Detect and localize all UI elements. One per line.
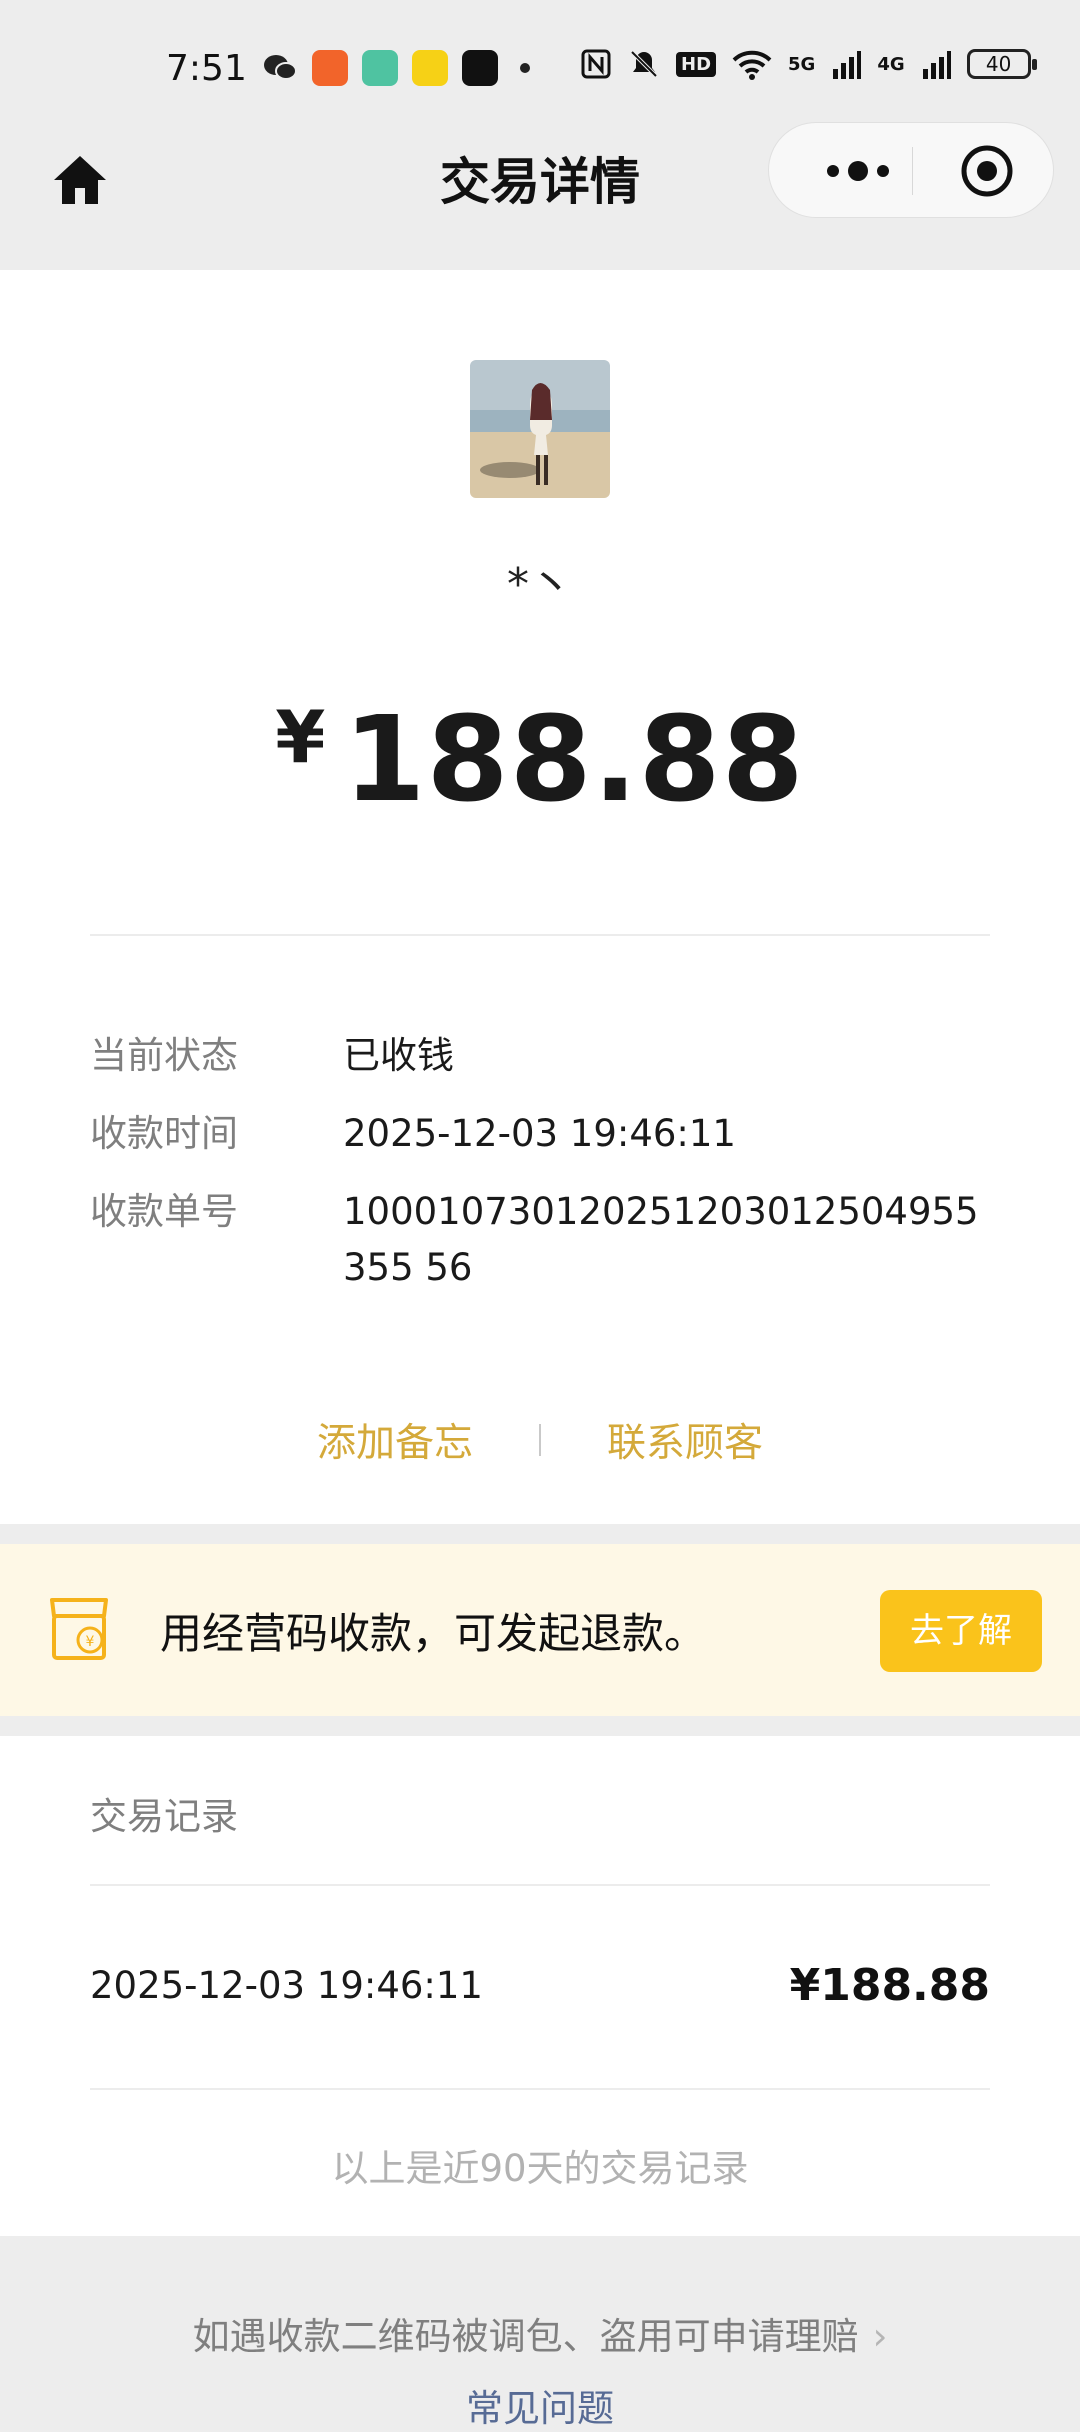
divider	[90, 2088, 990, 2090]
action-links: 添加备忘 联系顾客	[0, 1412, 1080, 1468]
system-icons: HD 5G 4G 40	[580, 48, 1037, 80]
claim-link[interactable]: 如遇收款二维码被调包、盗用可申请理赔 ›	[0, 2306, 1080, 2360]
status-time: 7:51	[166, 48, 247, 89]
learn-more-button[interactable]: 去了解	[880, 1590, 1042, 1672]
mini-program-capsule	[768, 122, 1054, 218]
faq-link[interactable]: 常见问题	[0, 2378, 1080, 2432]
amount: ¥188.88	[0, 690, 1080, 828]
order-number: 100010730120251203012504955355 56	[343, 1190, 979, 1289]
status-bar: 7:51 HD 5G 4G 40	[0, 0, 1080, 140]
transaction-records: 交易记录 2025-12-03 19:46:11 ¥188.88 以上是近90天…	[0, 1736, 1080, 2236]
tiktok-icon	[462, 50, 498, 86]
capsule-divider	[912, 147, 913, 195]
dot-icon	[520, 63, 530, 73]
mute-icon	[630, 50, 658, 78]
signal-bars-icon	[922, 51, 951, 79]
notification-icons	[262, 50, 530, 86]
video-app-icon	[362, 50, 398, 86]
currency-symbol: ¥	[275, 695, 326, 779]
close-mini-program-icon[interactable]	[959, 143, 1015, 199]
detail-label: 当前状态	[90, 1034, 238, 1077]
signal-5g-icon: 5G	[788, 53, 816, 75]
detail-row-time: 收款时间 2025-12-03 19:46:11	[90, 1106, 990, 1162]
promo-banner: ¥ 用经营码收款，可发起退款。 去了解	[0, 1544, 1080, 1716]
add-note-link[interactable]: 添加备忘	[317, 1412, 473, 1468]
transaction-card: *丶 ¥188.88 当前状态 已收钱 收款时间 2025-12-03 19:4…	[0, 270, 1080, 1524]
record-time: 2025-12-03 19:46:11	[90, 1964, 483, 2007]
battery-icon: 40	[966, 49, 1037, 79]
promo-text: 用经营码收款，可发起退款。	[160, 1609, 707, 1658]
signal-4g-icon: 4G	[877, 53, 905, 75]
signal-bars-icon	[833, 51, 862, 79]
records-title: 交易记录	[90, 1795, 238, 1838]
detail-row-status: 当前状态 已收钱	[90, 1028, 990, 1084]
divider	[90, 1884, 990, 1886]
app-yellow-icon	[412, 50, 448, 86]
payer-avatar	[470, 360, 610, 498]
transaction-details: 当前状态 已收钱 收款时间 2025-12-03 19:46:11 收款单号 1…	[90, 1028, 990, 1318]
records-note: 以上是近90天的交易记录	[331, 2147, 749, 2190]
more-options-icon[interactable]	[813, 153, 903, 189]
contact-customer-link[interactable]: 联系顾客	[607, 1412, 763, 1468]
chevron-right-icon: ›	[872, 2315, 888, 2358]
action-divider	[539, 1424, 541, 1456]
wechat-icon	[264, 55, 297, 80]
payer-nickname: *丶	[507, 559, 573, 610]
divider	[90, 934, 990, 936]
detail-value: 已收钱	[343, 1034, 454, 1077]
detail-label: 收款单号	[90, 1190, 238, 1233]
nfc-icon	[581, 49, 611, 79]
detail-label: 收款时间	[90, 1112, 238, 1155]
hd-icon: HD	[676, 51, 717, 77]
record-row[interactable]: 2025-12-03 19:46:11 ¥188.88	[90, 1960, 990, 2011]
claim-link-text: 如遇收款二维码被调包、盗用可申请理赔	[192, 2315, 859, 2358]
shop-qr-icon: ¥	[50, 1598, 108, 1660]
svg-text:¥: ¥	[86, 1634, 95, 1650]
navigation-bar: 交易详情	[0, 120, 1080, 270]
app-orange-icon	[312, 50, 348, 86]
amount-value: 188.88	[343, 690, 805, 828]
detail-row-order-number: 收款单号 100010730120251203012504955355 56	[90, 1184, 990, 1296]
record-amount: ¥188.88	[789, 1960, 990, 2011]
detail-value: 2025-12-03 19:46:11	[343, 1112, 736, 1155]
wifi-icon	[732, 50, 772, 80]
